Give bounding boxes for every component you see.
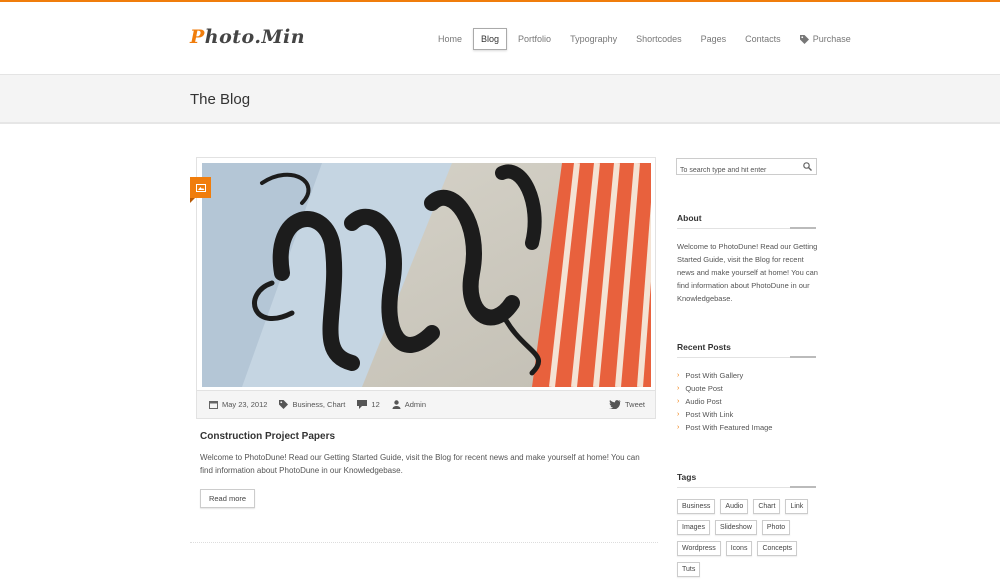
post-title[interactable]: Construction Project Papers [200,431,335,442]
post-meta-bar: May 23, 2012 Business, Chart 12 Admin Tw… [196,391,656,419]
post-comments[interactable]: 12 [357,400,380,409]
post-comments-count: 12 [371,400,380,409]
post-author[interactable]: Admin [392,400,426,409]
nav-label: Home [438,33,463,44]
recent-post-label: Audio Post [685,397,722,406]
post-author-text: Admin [404,400,427,409]
recent-post-label: Post With Gallery [685,371,744,380]
chevron-right-icon: › [677,385,680,392]
tag-item[interactable]: Audio [720,499,749,514]
about-text: Welcome to PhotoDune! Read our Getting S… [677,242,818,303]
tweet-button[interactable]: Tweet [608,400,645,409]
post-date-text: May 23, 2012 [222,400,268,409]
chevron-right-icon: › [677,411,680,418]
tag-item[interactable]: Concepts [757,541,798,556]
tag-item[interactable]: Slideshow [714,520,757,535]
page-title-bar: The Blog [0,74,1000,124]
twitter-icon [608,400,621,409]
tag-item[interactable]: Chart [753,499,781,514]
tag-item[interactable]: Link [785,499,809,514]
nav-blog[interactable]: Blog [473,28,508,50]
user-icon [392,400,401,409]
nav-label: Portfolio [518,33,552,44]
nav-purchase[interactable]: Purchase [792,28,859,50]
read-more-button[interactable]: Read more [200,489,255,508]
typography-photo [202,163,651,387]
nav-label: Typography [570,33,618,44]
post-date: May 23, 2012 [209,400,267,409]
about-widget-title: About [677,213,702,223]
post-categories[interactable]: Business, Chart [279,400,345,409]
recent-post-label: Post With Featured Image [685,423,773,432]
tags-widget-title: Tags [677,472,697,482]
nav-home[interactable]: Home [430,28,470,50]
tag-icon [279,400,289,409]
chevron-right-icon: › [677,372,680,379]
recent-post-item[interactable]: › Audio Post [677,395,772,408]
tag-item[interactable]: Business [677,499,716,514]
search-icon[interactable] [803,162,812,171]
search-input[interactable] [677,163,795,178]
recent-post-label: Post With Link [685,410,734,419]
tag-item[interactable]: Photo [761,520,791,535]
post-format-badge [190,177,211,203]
nav-label: Shortcodes [636,33,682,44]
nav-portfolio[interactable]: Portfolio [510,28,559,50]
widget-divider [677,356,816,358]
chevron-right-icon: › [677,424,680,431]
comment-icon [357,400,368,409]
post-featured-image[interactable] [202,163,651,387]
site-header: Photo.Min Home Blog Portfolio Typography… [0,2,1000,74]
main-nav: Home Blog Portfolio Typography Shortcode… [430,28,862,50]
calendar-icon [209,401,218,409]
tag-item[interactable]: Wordpress [677,541,721,556]
nav-label: Purchase [812,33,851,44]
tag-cloud: Business Audio Chart Link Images Slidesh… [677,499,822,583]
tag-item[interactable]: Icons [725,541,753,556]
recent-post-item[interactable]: › Post With Featured Image [677,421,772,434]
nav-contacts[interactable]: Contacts [737,28,789,50]
post-featured-image-frame [196,157,656,391]
image-icon [195,183,206,192]
recent-posts-title: Recent Posts [677,342,731,352]
nav-label: Blog [481,33,500,44]
post-excerpt: Welcome to PhotoDune! Read our Getting S… [200,453,640,475]
widget-divider [677,486,816,488]
recent-post-item[interactable]: › Post With Gallery [677,369,772,382]
nav-typography[interactable]: Typography [562,28,625,50]
nav-pages[interactable]: Pages [693,28,735,50]
chevron-right-icon: › [677,398,680,405]
widget-divider [677,227,816,229]
recent-posts-list: › Post With Gallery › Quote Post › Audio Po… [677,369,772,434]
nav-label: Pages [700,33,727,44]
nav-label: Contacts [745,33,781,44]
recent-post-label: Quote Post [685,384,723,393]
post-divider [190,542,658,543]
post-categories-text: Business, Chart [292,400,346,409]
tag-icon [799,34,809,44]
site-logo[interactable]: Photo.Min [190,26,305,48]
tweet-label: Tweet [624,400,645,409]
sidebar-search [676,158,817,178]
recent-post-item[interactable]: › Quote Post [677,382,772,395]
tag-item[interactable]: Images [677,520,710,535]
nav-shortcodes[interactable]: Shortcodes [628,28,690,50]
page-title: The Blog [190,91,251,108]
recent-post-item[interactable]: › Post With Link [677,408,772,421]
